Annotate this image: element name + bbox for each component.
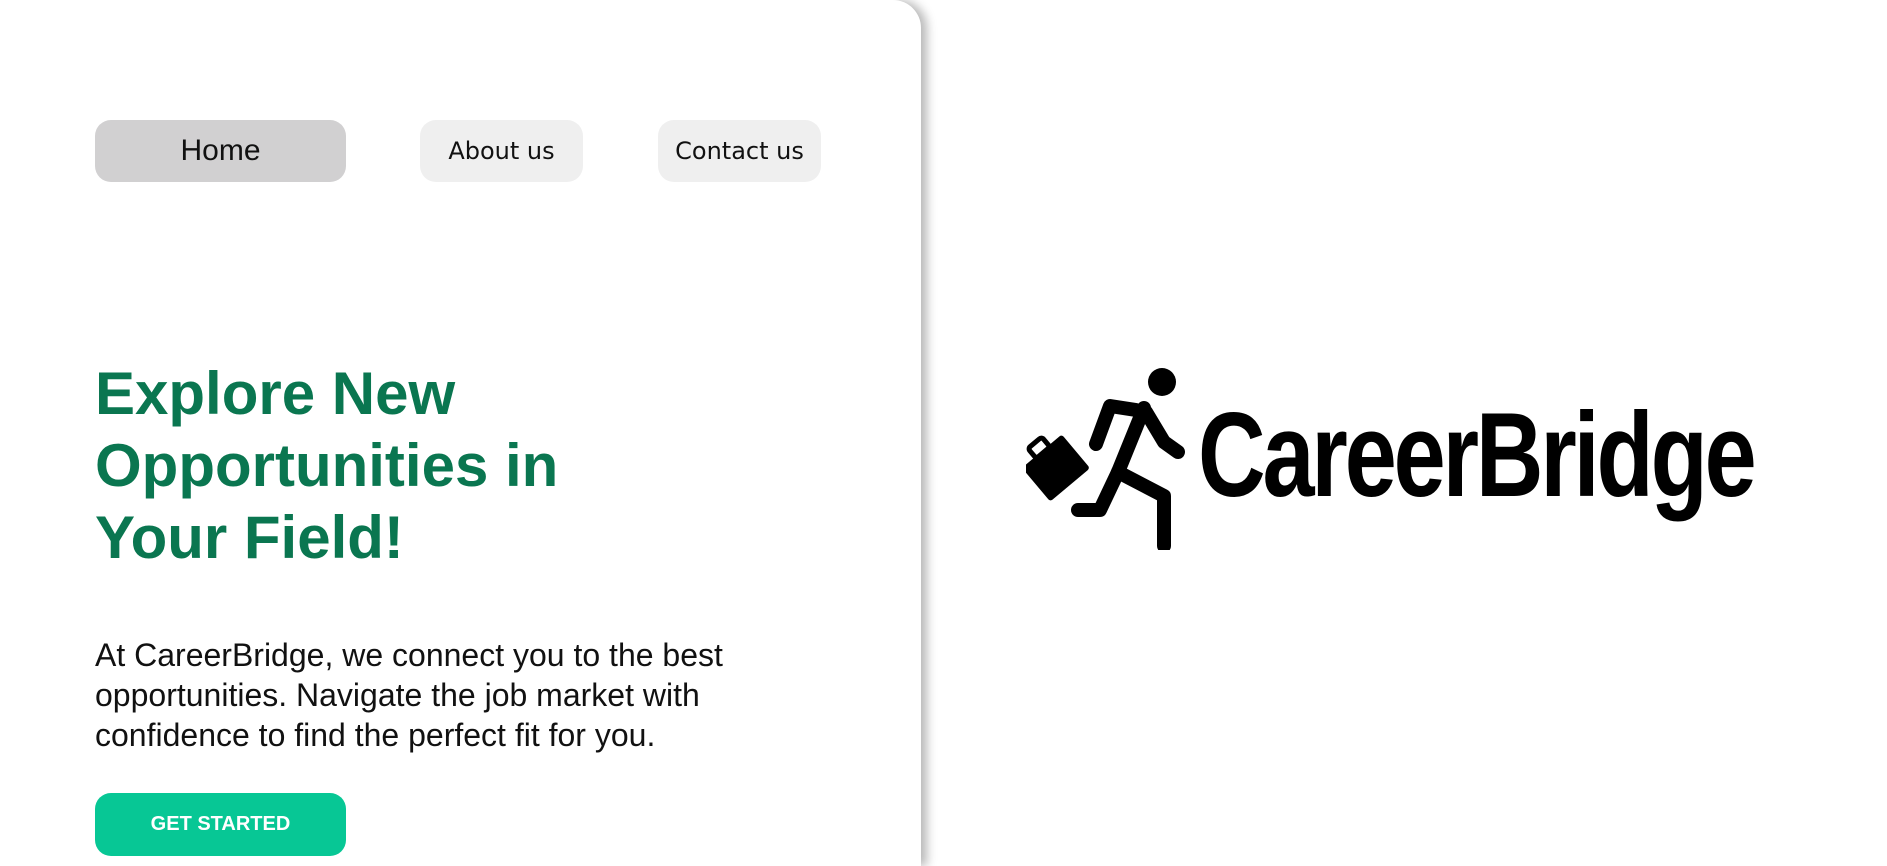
page: Home About us Contact us Explore New Opp… xyxy=(0,0,1887,866)
nav-contact-button[interactable]: Contact us xyxy=(658,120,821,182)
hero-description: At CareerBridge, we connect you to the b… xyxy=(95,637,723,753)
careerbridge-logo: CareerBridge xyxy=(1026,360,1887,550)
logo-wordmark: CareerBridge xyxy=(1198,388,1757,522)
running-person-with-briefcase-icon xyxy=(1026,368,1185,550)
hero-title: Explore New Opportunities in Your Field! xyxy=(95,360,559,571)
nav-home-button[interactable]: Home xyxy=(95,120,346,182)
hero-panel: Home About us Contact us Explore New Opp… xyxy=(0,0,921,866)
get-started-button[interactable]: GET STARTED xyxy=(95,793,346,856)
logo-panel: CareerBridge xyxy=(921,0,1887,866)
nav-about-button[interactable]: About us xyxy=(420,120,583,182)
